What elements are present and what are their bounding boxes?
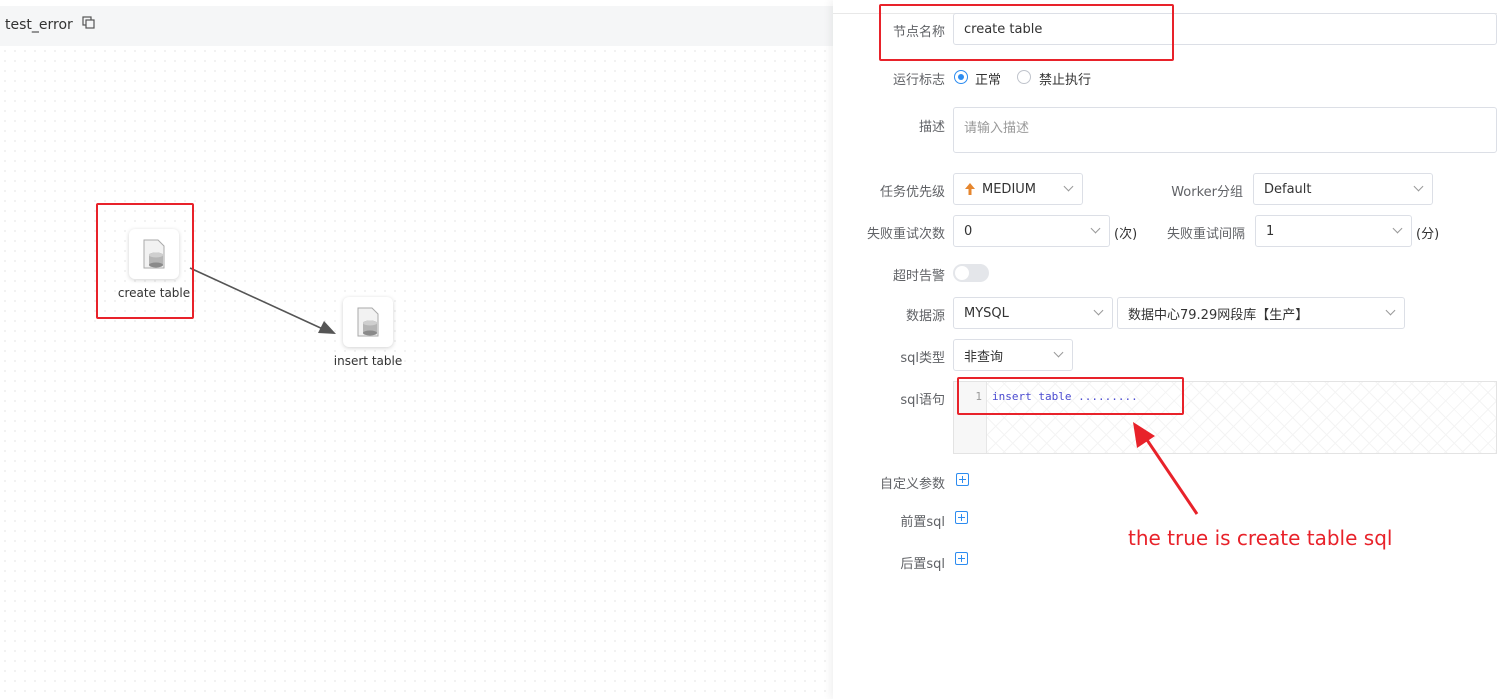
sql-type-select[interactable]: 非查询	[953, 339, 1073, 371]
post-sql-label: 后置sql	[900, 557, 945, 572]
arrow-up-icon	[965, 183, 975, 195]
highlight-box-node-name	[879, 4, 1174, 61]
radio-forbid-label: 禁止执行	[1039, 73, 1092, 88]
timeout-alarm-label: 超时告警	[892, 269, 945, 284]
highlight-box-sql	[957, 377, 1184, 415]
description-label: 描述	[918, 120, 945, 135]
chevron-down-icon	[1063, 181, 1074, 192]
priority-select[interactable]: MEDIUM	[953, 173, 1083, 205]
radio-forbid[interactable]	[1017, 70, 1031, 84]
retry-interval-value: 1	[1266, 223, 1275, 239]
retry-interval-select[interactable]: 1	[1255, 215, 1412, 247]
retry-interval-unit: (分)	[1416, 227, 1440, 242]
add-post-sql-icon[interactable]	[955, 552, 968, 565]
worker-group-value: Default	[1264, 181, 1312, 197]
chevron-down-icon	[1090, 223, 1101, 234]
annotation-text: the true is create table sql	[1128, 526, 1393, 550]
datasource-name-select[interactable]: 数据中心79.29网段库【生产】	[1117, 297, 1405, 329]
retry-times-select[interactable]: 0	[953, 215, 1110, 247]
radio-normal-label: 正常	[975, 73, 1002, 88]
worker-group-label: Worker分组	[1171, 185, 1243, 200]
add-pre-sql-icon[interactable]	[955, 511, 968, 524]
retry-times-value: 0	[964, 223, 973, 239]
pre-sql-label: 前置sql	[900, 515, 945, 530]
sql-task-icon	[357, 307, 379, 337]
retry-times-label: 失败重试次数	[866, 227, 945, 242]
datasource-type-value: MYSQL	[964, 305, 1009, 321]
edge-arrow	[189, 267, 336, 334]
timeout-alarm-switch[interactable]	[953, 264, 989, 282]
run-flag-label: 运行标志	[892, 73, 945, 88]
description-textarea[interactable]: 请输入描述	[953, 107, 1497, 153]
retry-times-unit: (次)	[1114, 227, 1138, 242]
custom-params-label: 自定义参数	[879, 477, 945, 492]
radio-normal[interactable]	[954, 70, 968, 84]
sql-type-label: sql类型	[900, 351, 945, 366]
node-label: insert table	[333, 354, 403, 368]
priority-label: 任务优先级	[879, 185, 945, 200]
datasource-type-select[interactable]: MYSQL	[953, 297, 1113, 329]
chevron-down-icon	[1413, 181, 1424, 192]
chevron-down-icon	[1053, 347, 1064, 358]
chevron-down-icon	[1392, 223, 1403, 234]
chevron-down-icon	[1385, 305, 1396, 316]
priority-value: MEDIUM	[982, 181, 1037, 197]
add-custom-param-icon[interactable]	[956, 473, 969, 486]
node-insert-table[interactable]	[343, 297, 393, 347]
chevron-down-icon	[1093, 305, 1104, 316]
datasource-label: 数据源	[905, 309, 945, 324]
sql-type-value: 非查询	[964, 349, 1004, 365]
description-placeholder: 请输入描述	[964, 121, 1030, 136]
workflow-canvas-area: test_error create table insert table	[0, 0, 833, 699]
highlight-box-node	[96, 203, 194, 319]
retry-interval-label: 失败重试间隔	[1166, 227, 1245, 242]
sql-statement-label: sql语句	[900, 393, 945, 408]
worker-group-select[interactable]: Default	[1253, 173, 1433, 205]
annotation-arrow	[1133, 422, 1199, 515]
datasource-name-value: 数据中心79.29网段库【生产】	[1128, 307, 1309, 323]
